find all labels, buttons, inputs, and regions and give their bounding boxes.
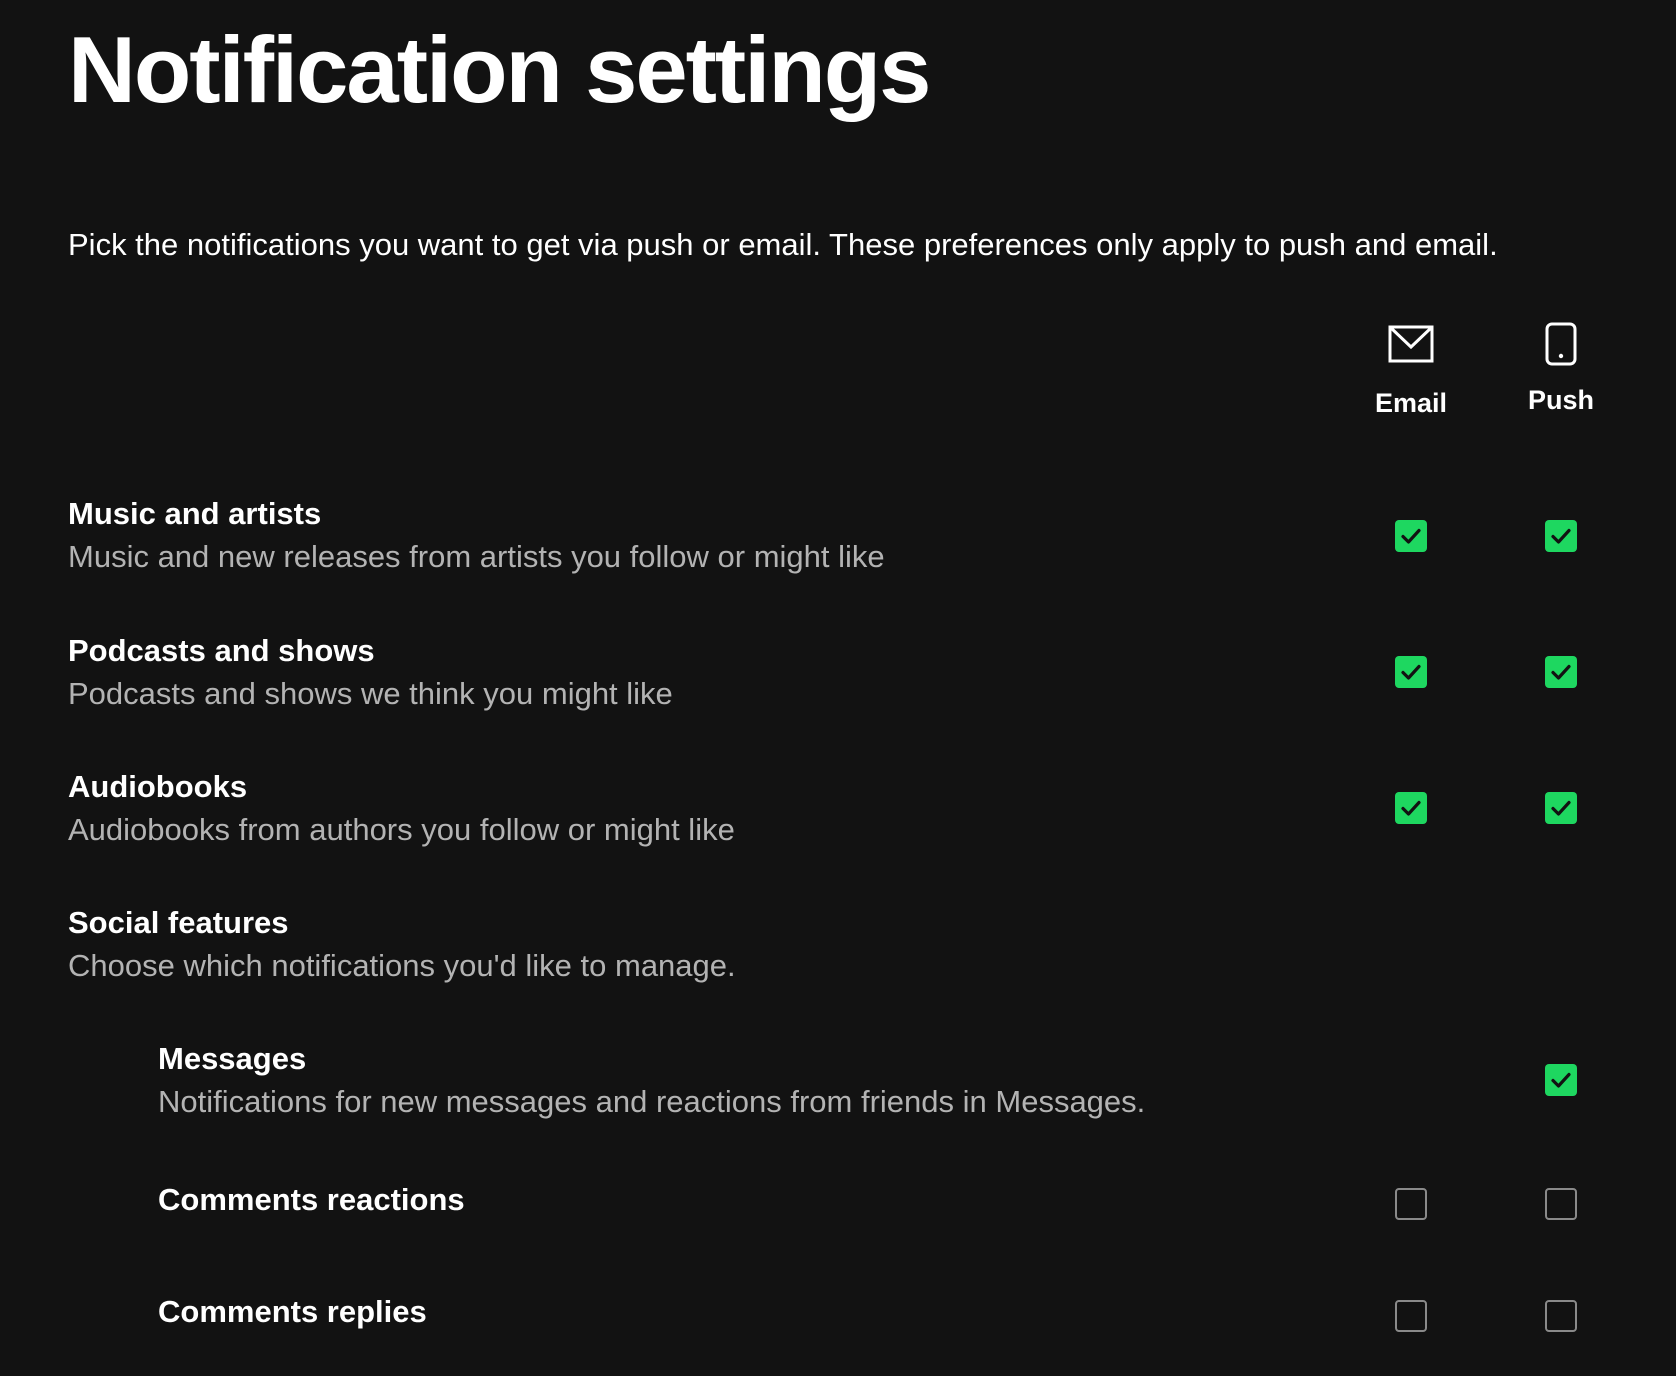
- music-and-artists-email-checkbox[interactable]: [1395, 520, 1427, 552]
- setting-row-messages: Messages Notifications for new messages …: [158, 1040, 1676, 1120]
- podcasts-and-shows-email-checkbox[interactable]: [1395, 656, 1427, 688]
- checkmark-icon: [1401, 664, 1421, 680]
- setting-title: Audiobooks: [68, 769, 248, 804]
- audiobooks-email-checkbox[interactable]: [1395, 792, 1427, 824]
- checkmark-icon: [1551, 528, 1571, 544]
- push-column-label: Push: [1527, 385, 1594, 415]
- setting-title: Messages: [158, 1041, 307, 1076]
- comments-replies-email-checkbox[interactable]: [1395, 1300, 1427, 1332]
- setting-title: Music and artists: [68, 496, 322, 531]
- page-intro: Pick the notifications you want to get v…: [68, 227, 1498, 262]
- page-title: Notification settings: [68, 17, 931, 122]
- podcasts-and-shows-push-checkbox[interactable]: [1545, 656, 1577, 688]
- setting-section-social-features: Social features Choose which notificatio…: [68, 904, 1676, 984]
- comments-reactions-push-checkbox[interactable]: [1545, 1188, 1577, 1220]
- setting-description: Audiobooks from authors you follow or mi…: [68, 812, 735, 848]
- setting-row-music-and-artists: Music and artists Music and new releases…: [68, 495, 1676, 575]
- checkmark-icon: [1551, 800, 1571, 816]
- checkmark-icon: [1551, 1072, 1571, 1088]
- setting-row-audiobooks: Audiobooks Audiobooks from authors you f…: [68, 768, 1676, 848]
- section-title: Social features: [68, 905, 289, 940]
- email-column-label: Email: [1374, 388, 1448, 418]
- envelope-icon: [1351, 325, 1471, 369]
- phone-icon: [1501, 322, 1621, 366]
- checkmark-icon: [1401, 800, 1421, 816]
- setting-title: Comments replies: [158, 1294, 427, 1329]
- messages-push-checkbox[interactable]: [1545, 1064, 1577, 1096]
- setting-row-podcasts-and-shows: Podcasts and shows Podcasts and shows we…: [68, 632, 1676, 712]
- setting-description: Notifications for new messages and react…: [158, 1084, 1146, 1120]
- setting-title: Comments reactions: [158, 1182, 465, 1217]
- setting-row-comments-replies: Comments replies: [158, 1293, 1676, 1330]
- comments-reactions-email-checkbox[interactable]: [1395, 1188, 1427, 1220]
- checkmark-icon: [1401, 528, 1421, 544]
- section-description: Choose which notifications you'd like to…: [68, 948, 736, 984]
- music-and-artists-push-checkbox[interactable]: [1545, 520, 1577, 552]
- comments-replies-push-checkbox[interactable]: [1545, 1300, 1577, 1332]
- setting-description: Podcasts and shows we think you might li…: [68, 676, 673, 712]
- push-column-header: Push: [1501, 322, 1621, 416]
- checkmark-icon: [1551, 664, 1571, 680]
- setting-row-comments-reactions: Comments reactions: [158, 1181, 1676, 1218]
- email-column-header: Email: [1351, 322, 1471, 419]
- audiobooks-push-checkbox[interactable]: [1545, 792, 1577, 824]
- notification-settings-page: Notification settings Pick the notificat…: [0, 0, 1676, 1376]
- setting-title: Podcasts and shows: [68, 633, 375, 668]
- setting-description: Music and new releases from artists you …: [68, 539, 885, 575]
